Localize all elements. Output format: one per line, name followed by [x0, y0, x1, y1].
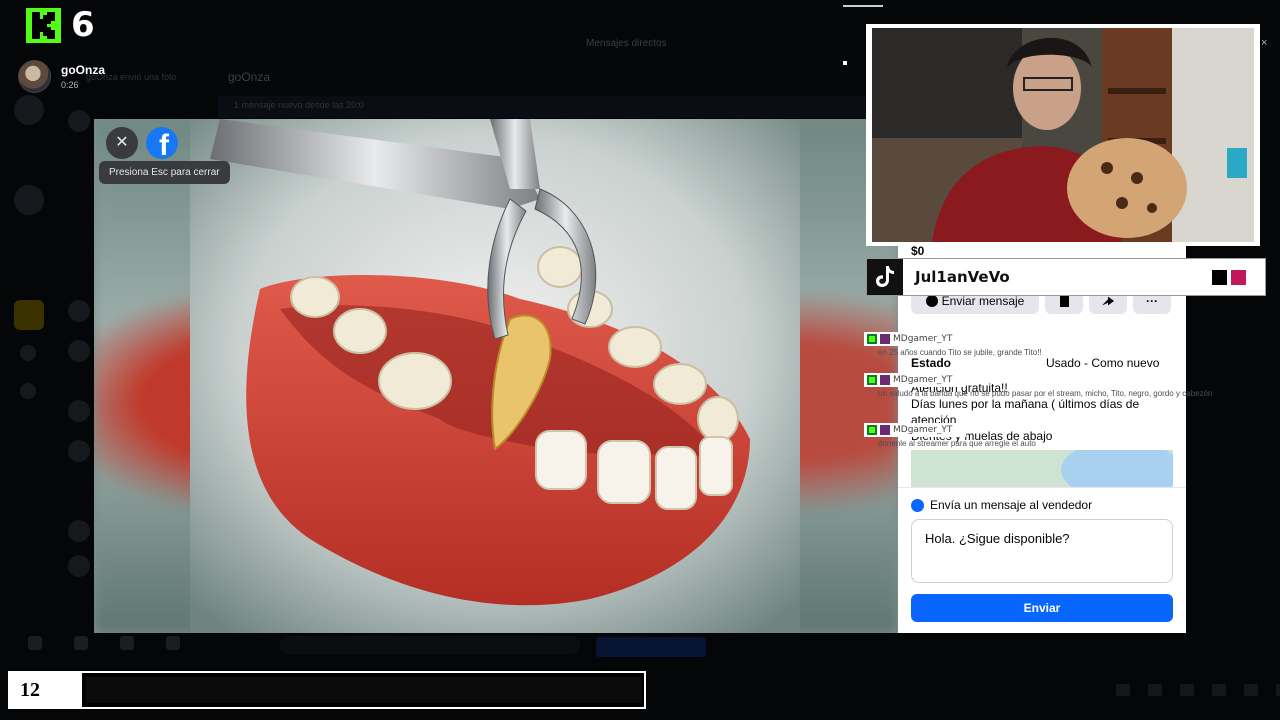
- bg-avatar: [68, 555, 90, 577]
- condition-value: Usado - Como nuevo: [1046, 356, 1160, 370]
- subscriber-badge-icon: [880, 334, 890, 344]
- webcam-overlay: [866, 24, 1260, 246]
- bg-icon: [74, 636, 88, 650]
- color-swatch: [1231, 269, 1246, 285]
- message-box-title: Envía un mensaje al vendedor: [911, 498, 1092, 512]
- close-viewer-button[interactable]: ✕: [106, 127, 138, 159]
- bg-avatar: [68, 300, 90, 322]
- bottom-ticker: [80, 671, 646, 709]
- chat-message-header: MDgamer_YT: [864, 373, 966, 387]
- chat-message: MDgamer_YT un saludo a la banda que no s…: [864, 373, 1274, 398]
- bg-new-message-notice: 1 mensaje nuevo desde las 20:0: [218, 96, 878, 118]
- chat-message: MDgamer_YT donenle al streamer para que …: [864, 423, 1274, 448]
- chat-message-header: MDgamer_YT: [864, 332, 966, 346]
- bg-avatar: [68, 340, 90, 362]
- message-seller-box: Envía un mensaje al vendedor Hola. ¿Sigu…: [898, 487, 1186, 633]
- chat-text: donenle al streamer para que arregle el …: [878, 439, 1036, 448]
- kick-badge-icon: [867, 375, 877, 385]
- bg-chat-list: [62, 100, 94, 620]
- webcam-feed: [872, 28, 1254, 242]
- close-tooltip: Presiona Esc para cerrar: [99, 161, 230, 184]
- bg-avatar: [14, 95, 44, 125]
- chat-message-header: MDgamer_YT: [864, 423, 966, 437]
- photo-viewer: [94, 119, 898, 633]
- bg-icon: [1244, 684, 1258, 696]
- bg-avatar: [68, 520, 90, 542]
- user-name: goOnza: [61, 63, 105, 77]
- bg-icon: [28, 636, 42, 650]
- close-icon: ✕: [115, 134, 129, 151]
- tiktok-username-bar: Jul1anVeVo: [866, 258, 1266, 296]
- frame-corner: [866, 24, 880, 38]
- channel-number: 6: [71, 5, 95, 45]
- bg-icon: [1276, 684, 1280, 696]
- bg-avatar: [68, 110, 90, 132]
- divider: [843, 5, 883, 7]
- kick-logo-icon: [26, 8, 61, 43]
- frame-corner: [1246, 24, 1260, 38]
- ticker-content: [86, 677, 642, 703]
- dental-extraction-image: [190, 119, 800, 633]
- chat-username: MDgamer_YT: [893, 425, 953, 435]
- frame-corner: [1246, 232, 1260, 246]
- bg-avatar: [14, 185, 44, 215]
- bookmark-icon: [1059, 295, 1069, 307]
- bg-icon: [1180, 684, 1194, 696]
- condition-label: Estado: [911, 356, 952, 370]
- subscriber-badge-icon: [880, 375, 890, 385]
- chat-text: un saludo a la banda que no se pudo pasa…: [878, 389, 1213, 398]
- kick-badge-icon: [867, 425, 877, 435]
- bg-icon: [20, 383, 36, 399]
- kick-badge-icon: [867, 334, 877, 344]
- messenger-icon: [911, 498, 924, 512]
- tiktok-username: Jul1anVeVo: [915, 268, 1010, 286]
- listing-price: $0: [911, 244, 925, 258]
- message-box-title-text: Envía un mensaje al vendedor: [930, 498, 1093, 512]
- tiktok-icon: [867, 259, 903, 295]
- bottom-counter: 12: [8, 671, 80, 709]
- bg-icon: [1148, 684, 1162, 696]
- bg-icon: [1212, 684, 1226, 696]
- color-swatch: [1212, 269, 1227, 285]
- share-icon: [1102, 296, 1114, 306]
- subscriber-badge-icon: [880, 425, 890, 435]
- kick-channel-logo: 6: [26, 8, 95, 43]
- send-message-label: Enviar mensaje: [941, 294, 1025, 308]
- facebook-logo-letter: f: [159, 129, 169, 160]
- bg-icon: [20, 345, 36, 361]
- location-map[interactable]: [911, 450, 1173, 490]
- send-button[interactable]: Enviar: [911, 594, 1173, 622]
- chat-username: MDgamer_YT: [893, 375, 953, 385]
- facebook-icon[interactable]: f: [146, 127, 178, 159]
- bg-toolbar: [28, 636, 180, 650]
- webcam-close-icon[interactable]: ×: [1261, 37, 1267, 49]
- bg-icon: [120, 636, 134, 650]
- chat-text: en 25 años cuando Tito se jubile, grande…: [878, 348, 1042, 357]
- more-icon: ···: [1146, 294, 1158, 308]
- chat-username: MDgamer_YT: [893, 334, 953, 344]
- current-user[interactable]: goOnza 0:26: [18, 60, 105, 93]
- indicator-dot: [843, 61, 847, 65]
- user-time: 0:26: [61, 80, 79, 90]
- bg-sidebar: [0, 95, 60, 695]
- bg-button: [596, 637, 706, 657]
- frame-corner: [866, 232, 880, 246]
- bg-header-title: Mensajes directos: [586, 38, 667, 49]
- bg-avatar: [68, 440, 90, 462]
- bg-avatar: [68, 400, 90, 422]
- chat-message: MDgamer_YT en 25 años cuando Tito se jub…: [864, 332, 1274, 357]
- bg-icon: [166, 636, 180, 650]
- bg-icon: [1116, 684, 1130, 696]
- bg-player-controls: [1116, 684, 1280, 696]
- messenger-icon: [925, 295, 938, 307]
- bg-input: [280, 636, 580, 654]
- message-input[interactable]: Hola. ¿Sigue disponible?: [911, 519, 1173, 583]
- avatar: [18, 60, 51, 93]
- bg-chat-name: goOnza: [228, 70, 271, 84]
- bg-avatar: [14, 300, 44, 330]
